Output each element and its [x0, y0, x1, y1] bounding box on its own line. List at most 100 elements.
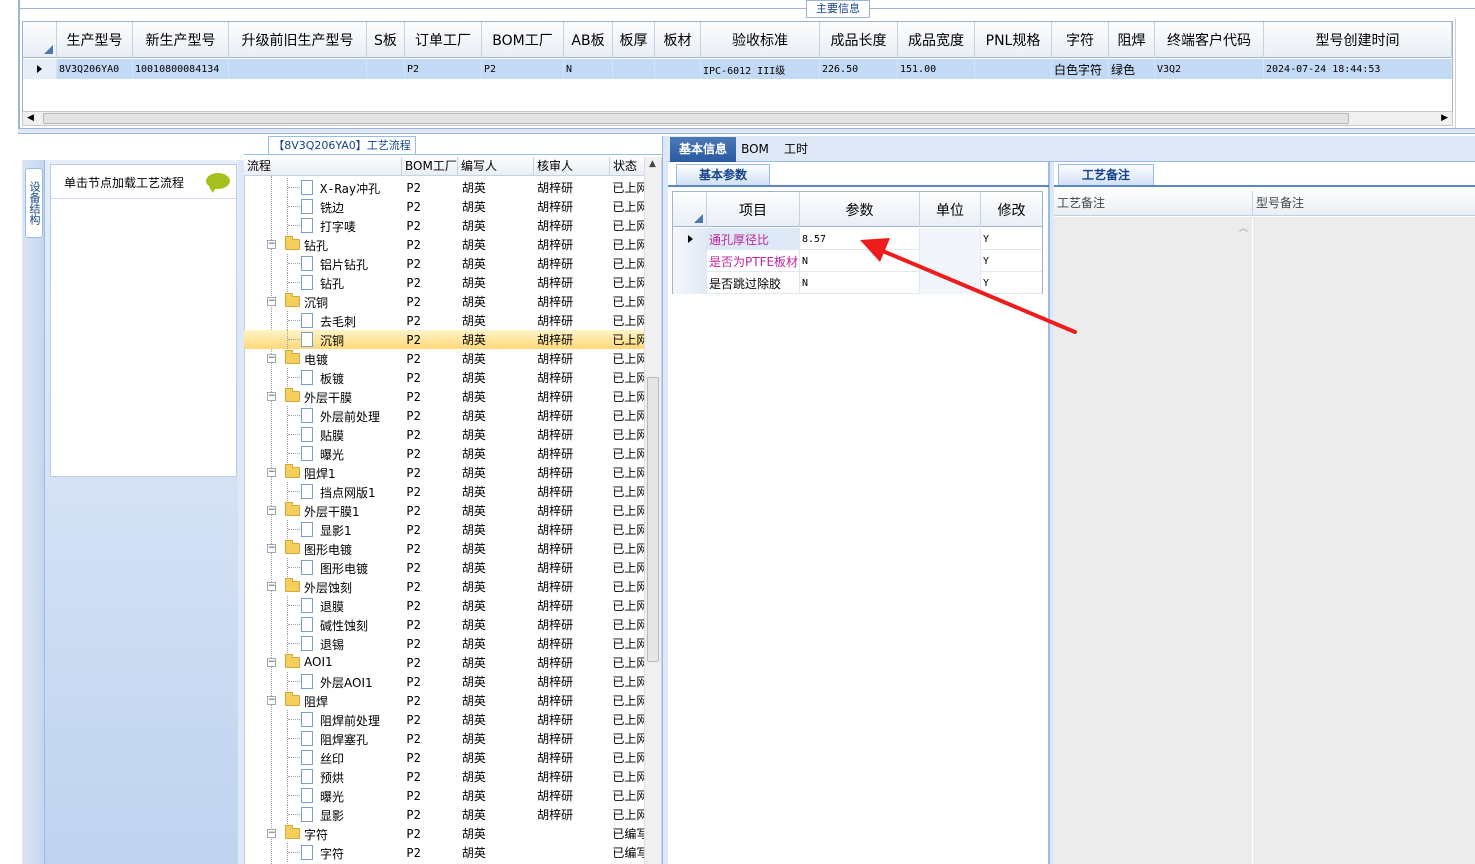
- col-old-model[interactable]: 升级前旧生产型号: [229, 22, 367, 58]
- param-value-cell[interactable]: 8.57: [800, 228, 920, 250]
- cell-pnl[interactable]: [975, 59, 1052, 79]
- tree-row[interactable]: 曝光 P2 胡英 胡梓研 已上网: [244, 444, 644, 463]
- tree-row[interactable]: 字符 P2 胡英 已编写: [244, 843, 644, 862]
- tree-node[interactable]: 外层前处理: [244, 406, 400, 425]
- tree-row[interactable]: − 阻焊1 P2 胡英 胡梓研 已上网: [244, 463, 644, 482]
- hscroll-thumb[interactable]: [43, 113, 1349, 124]
- tree-node[interactable]: 外层AOI1: [244, 672, 400, 691]
- param-unit-cell[interactable]: [920, 272, 981, 294]
- param-value-cell[interactable]: N: [800, 272, 920, 294]
- col-created[interactable]: 型号创建时间: [1264, 22, 1452, 58]
- tree-node[interactable]: 沉铜: [244, 330, 400, 349]
- param-unit-cell[interactable]: [920, 228, 981, 250]
- col-acceptance[interactable]: 验收标准: [701, 22, 820, 58]
- params-grid-corner[interactable]: [673, 192, 707, 227]
- tree-node[interactable]: 挡点网版1: [244, 482, 400, 501]
- cell-width[interactable]: 151.00: [898, 59, 975, 79]
- tree-node[interactable]: − 电镀: [244, 349, 400, 368]
- tree-node[interactable]: 退膜: [244, 596, 400, 615]
- tree-row[interactable]: − 字符 P2 胡英 已编写: [244, 824, 644, 843]
- tree-row[interactable]: 阻焊前处理 P2 胡英 胡梓研 已上网: [244, 710, 644, 729]
- tree-row[interactable]: 退锡 P2 胡英 胡梓研 已上网: [244, 634, 644, 653]
- param-unit-cell[interactable]: [920, 250, 981, 272]
- tree-row[interactable]: − 外层蚀刻 P2 胡英 胡梓研 已上网: [244, 577, 644, 596]
- tree-node[interactable]: 贴膜: [244, 425, 400, 444]
- tree-node[interactable]: 钻孔: [244, 273, 400, 292]
- tree-node[interactable]: − 外层蚀刻: [244, 577, 400, 596]
- tree-row[interactable]: − AOI1 P2 胡英 胡梓研 已上网: [244, 653, 644, 672]
- tab-basic-info[interactable]: 基本信息: [670, 137, 736, 162]
- tree-row[interactable]: 碱性蚀刻 P2 胡英 胡梓研 已上网: [244, 615, 644, 634]
- param-modify-cell[interactable]: Y: [981, 228, 1042, 250]
- tree-node[interactable]: 曝光: [244, 786, 400, 805]
- tree-node[interactable]: − 图形电镀: [244, 539, 400, 558]
- col-solder[interactable]: 阻焊: [1109, 22, 1155, 58]
- cell-char[interactable]: 白色字符: [1052, 59, 1109, 79]
- table-row[interactable]: 通孔厚径比 8.57 Y: [673, 228, 1042, 250]
- tree-row[interactable]: 退膜 P2 胡英 胡梓研 已上网: [244, 596, 644, 615]
- table-row[interactable]: 8V3Q206YA0 10010800084134 P2 P2 N IPC-60…: [23, 59, 1452, 79]
- tree-node[interactable]: − 钻孔: [244, 235, 400, 254]
- collapse-toggle-icon[interactable]: −: [267, 829, 276, 838]
- cell-prod-model[interactable]: 8V3Q206YA0: [57, 59, 133, 79]
- cell-length[interactable]: 226.50: [820, 59, 898, 79]
- horizontal-splitter[interactable]: [18, 128, 1475, 134]
- tree-node[interactable]: 预烘: [244, 767, 400, 786]
- tree-node[interactable]: 字符: [244, 843, 400, 862]
- tree-col-status[interactable]: 状态: [610, 157, 644, 175]
- tree-node[interactable]: 显影1: [244, 520, 400, 539]
- grid-corner[interactable]: [23, 22, 57, 58]
- collapse-toggle-icon[interactable]: −: [267, 297, 276, 306]
- process-remark-scrollbar[interactable]: [1236, 217, 1252, 864]
- col-material[interactable]: 板材: [655, 22, 701, 58]
- tree-col-bom[interactable]: BOM工厂: [402, 157, 458, 175]
- main-info-hscrollbar[interactable]: ◀ ▶: [22, 111, 1453, 126]
- tree-row[interactable]: 打字唛 P2 胡英 胡梓研 已上网: [244, 216, 644, 235]
- params-col-item[interactable]: 项目: [707, 192, 800, 227]
- tree-row[interactable]: 挡点网版1 P2 胡英 胡梓研 已上网: [244, 482, 644, 501]
- tree-node[interactable]: − 字符: [244, 824, 400, 843]
- tree-node[interactable]: − 沉铜: [244, 292, 400, 311]
- cell-order-factory[interactable]: P2: [405, 59, 482, 79]
- col-width[interactable]: 成品宽度: [898, 22, 975, 58]
- cell-material[interactable]: [655, 59, 701, 79]
- tree-node[interactable]: X-Ray冲孔: [244, 178, 400, 197]
- tree-node[interactable]: − 外层干膜1: [244, 501, 400, 520]
- tree-row[interactable]: − 钻孔 P2 胡英 胡梓研 已上网: [244, 235, 644, 254]
- cell-ab-board[interactable]: N: [564, 59, 613, 79]
- tree-node[interactable]: 曝光: [244, 444, 400, 463]
- table-row[interactable]: 是否为PTFE板材 N Y: [673, 250, 1042, 272]
- collapse-toggle-icon[interactable]: −: [267, 240, 276, 249]
- col-s-board[interactable]: S板: [367, 22, 405, 58]
- model-remark-text[interactable]: [1253, 217, 1475, 864]
- cell-acceptance[interactable]: IPC-6012 III级: [701, 59, 820, 79]
- col-thickness[interactable]: 板厚: [613, 22, 655, 58]
- table-row[interactable]: 是否跳过除胶 N Y: [673, 272, 1042, 294]
- param-item-cell[interactable]: 是否为PTFE板材: [707, 250, 800, 272]
- col-new-model[interactable]: 新生产型号: [133, 22, 229, 58]
- tree-row[interactable]: 丝印 P2 胡英 胡梓研 已上网: [244, 748, 644, 767]
- tree-node[interactable]: 铝片钻孔: [244, 254, 400, 273]
- tree-node[interactable]: 退锡: [244, 634, 400, 653]
- scroll-up-icon[interactable]: ▲: [649, 159, 656, 169]
- remark-col-process[interactable]: 工艺备注: [1054, 191, 1253, 215]
- collapse-toggle-icon[interactable]: −: [267, 582, 276, 591]
- col-char[interactable]: 字符: [1052, 22, 1109, 58]
- tree-node[interactable]: 显影: [244, 805, 400, 824]
- tree-node[interactable]: 丝印: [244, 748, 400, 767]
- tree-row[interactable]: 去毛刺 P2 胡英 胡梓研 已上网: [244, 311, 644, 330]
- cell-old-model[interactable]: [229, 59, 367, 79]
- vscroll-thumb[interactable]: [647, 377, 659, 662]
- collapse-toggle-icon[interactable]: −: [267, 392, 276, 401]
- tab-work-hours[interactable]: 工时: [776, 137, 816, 162]
- tree-node[interactable]: 阻焊塞孔: [244, 729, 400, 748]
- tree-row[interactable]: − 外层干膜1 P2 胡英 胡梓研 已上网: [244, 501, 644, 520]
- param-modify-cell[interactable]: Y: [981, 272, 1042, 294]
- row-header[interactable]: [673, 228, 707, 250]
- tree-col-flow[interactable]: 流程: [244, 157, 402, 175]
- params-col-modify[interactable]: 修改: [981, 192, 1042, 227]
- collapse-toggle-icon[interactable]: −: [267, 354, 276, 363]
- tree-row[interactable]: 铣边 P2 胡英 胡梓研 已上网: [244, 197, 644, 216]
- tree-node[interactable]: 去毛刺: [244, 311, 400, 330]
- process-remark-text[interactable]: [1054, 217, 1252, 864]
